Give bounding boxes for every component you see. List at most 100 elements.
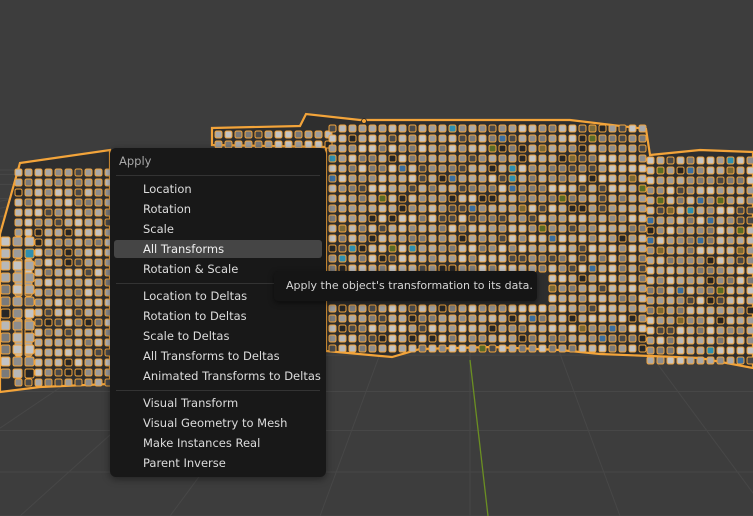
voxel-cell — [84, 298, 93, 307]
voxel-cell — [548, 224, 557, 233]
voxel-cell — [676, 196, 685, 205]
voxel-cell — [408, 334, 417, 343]
voxel-cell — [488, 234, 497, 243]
voxel-cell — [388, 254, 397, 263]
voxel-cell — [528, 244, 537, 253]
voxel-cell — [666, 196, 675, 205]
voxel-cell — [448, 124, 457, 133]
menu-item-visual-geometry-to-mesh[interactable]: Visual Geometry to Mesh — [114, 414, 322, 432]
menu-item-rotation[interactable]: Rotation — [114, 200, 322, 218]
voxel-cell — [608, 264, 617, 273]
voxel-cell — [84, 248, 93, 257]
voxel-cell — [608, 334, 617, 343]
voxel-cell — [716, 216, 725, 225]
voxel-cell — [408, 304, 417, 313]
voxel-cell — [568, 214, 577, 223]
voxel-cell — [558, 224, 567, 233]
voxel-cell — [528, 304, 537, 313]
voxel-cell — [598, 154, 607, 163]
voxel-cell — [548, 284, 557, 293]
voxel-cell — [0, 332, 11, 343]
menu-item-scale[interactable]: Scale — [114, 220, 322, 238]
voxel-cell — [448, 194, 457, 203]
voxel-cell — [588, 134, 597, 143]
voxel-cell — [588, 154, 597, 163]
voxel-cell — [34, 288, 43, 297]
voxel-cell — [548, 344, 557, 353]
voxel-cell — [438, 254, 447, 263]
voxel-cell — [696, 176, 705, 185]
voxel-cell — [12, 320, 23, 331]
voxel-cell — [0, 356, 11, 367]
voxel-cell — [428, 134, 437, 143]
voxel-cell — [578, 264, 587, 273]
voxel-cell — [696, 196, 705, 205]
voxel-cell — [0, 308, 11, 319]
voxel-cell — [568, 254, 577, 263]
voxel-cell — [746, 226, 753, 235]
voxel-cell — [438, 174, 447, 183]
voxel-cell — [348, 174, 357, 183]
voxel-cell — [706, 196, 715, 205]
voxel-cell — [628, 164, 637, 173]
voxel-cell — [498, 254, 507, 263]
voxel-cell — [746, 296, 753, 305]
voxel-cell — [408, 244, 417, 253]
voxel-cell — [478, 344, 487, 353]
voxel-cell — [314, 130, 323, 139]
voxel-cell — [608, 214, 617, 223]
menu-item-make-instances-real[interactable]: Make Instances Real — [114, 434, 322, 452]
voxel-cell — [578, 224, 587, 233]
menu-item-scale-to-deltas[interactable]: Scale to Deltas — [114, 327, 322, 345]
voxel-cell — [488, 224, 497, 233]
voxel-cell — [716, 176, 725, 185]
voxel-cell — [54, 338, 63, 347]
voxel-cell — [418, 194, 427, 203]
voxel-cell — [518, 224, 527, 233]
voxel-cell — [438, 194, 447, 203]
voxel-cell — [746, 206, 753, 215]
voxel-cell — [638, 194, 647, 203]
voxel-cell — [618, 264, 627, 273]
voxel-cell — [34, 338, 43, 347]
voxel-cell — [348, 154, 357, 163]
voxel-cell — [696, 316, 705, 325]
menu-item-parent-inverse[interactable]: Parent Inverse — [114, 454, 322, 472]
voxel-cell — [508, 214, 517, 223]
voxel-cell — [64, 278, 73, 287]
voxel-cell — [676, 356, 685, 365]
voxel-cell — [74, 318, 83, 327]
menu-item-all-transforms[interactable]: All Transforms — [114, 240, 322, 258]
voxel-cell — [348, 244, 357, 253]
voxel-cell — [358, 314, 367, 323]
voxel-cell — [418, 214, 427, 223]
voxel-cell — [568, 284, 577, 293]
voxel-cell — [388, 204, 397, 213]
voxel-cell — [716, 296, 725, 305]
voxel-cell — [408, 164, 417, 173]
voxel-cell — [84, 328, 93, 337]
voxel-cell — [656, 266, 665, 275]
voxel-cell — [746, 256, 753, 265]
voxel-cell — [478, 204, 487, 213]
menu-item-all-transforms-to-deltas[interactable]: All Transforms to Deltas — [114, 347, 322, 365]
voxel-cell — [608, 284, 617, 293]
voxel-cell — [696, 216, 705, 225]
voxel-cell — [716, 226, 725, 235]
voxel-cell — [568, 264, 577, 273]
menu-item-animated-transforms-to-deltas[interactable]: Animated Transforms to Deltas — [114, 367, 322, 385]
voxel-cell — [418, 164, 427, 173]
voxel-cell — [558, 174, 567, 183]
voxel-cell — [686, 196, 695, 205]
menu-item-location[interactable]: Location — [114, 180, 322, 198]
voxel-cell — [518, 144, 527, 153]
voxel-cell — [538, 144, 547, 153]
voxel-cell — [348, 324, 357, 333]
menu-item-visual-transform[interactable]: Visual Transform — [114, 394, 322, 412]
voxel-cell — [588, 224, 597, 233]
menu-item-rotation-to-deltas[interactable]: Rotation to Deltas — [114, 307, 322, 325]
voxel-cell — [338, 134, 347, 143]
voxel-cell — [736, 266, 745, 275]
voxel-cell — [94, 258, 103, 267]
voxel-cell — [328, 224, 337, 233]
